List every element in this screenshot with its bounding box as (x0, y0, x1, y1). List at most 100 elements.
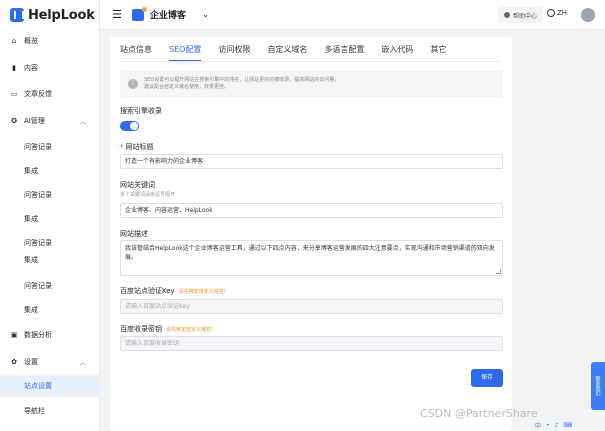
sidebar-item-label: 集成 (24, 306, 38, 314)
resize-handle-icon[interactable] (496, 269, 501, 274)
book-icon: ▮ (12, 64, 16, 72)
baidu-secret-label: 百度收录密钥 请先绑定自定义域名! (120, 324, 213, 334)
site-title-input[interactable]: 打造一个有影响力的企业博客 (120, 154, 503, 169)
sidebar-item-label: 导航栏 (24, 407, 45, 415)
search-indexing-toggle[interactable] (120, 121, 139, 131)
site-name: 企业博客 (149, 11, 186, 21)
sidebar-item-navbar[interactable]: 导航栏 (0, 400, 100, 422)
chart-icon: ▣ (10, 331, 18, 339)
sidebar-item-integration[interactable]: 集成 (0, 160, 100, 182)
seo-settings-card: 站点信息 SEO配置 访问权限 自定义域名 多语言配置 嵌入代码 其它 i SE… (110, 37, 512, 431)
site-title-label: * 网站标题 (120, 142, 154, 152)
sidebar-item-label: 集成 (24, 256, 38, 264)
tab-divider (120, 61, 502, 62)
baidu-secret-input[interactable]: 请输入百度收录密钥 (120, 336, 503, 351)
sidebar-item-content[interactable]: ▮ 内容 (0, 57, 100, 79)
sidebar-item-settings[interactable]: ✿ 设置 ︿ (0, 351, 100, 373)
help-center-label: 帮助中心 (512, 12, 537, 20)
description-text: 我该管结合HelpLook这个企业博客运营工具，通过以下四点内容，来分享博客运营… (125, 245, 495, 261)
sidebar: HelpLook ⌂ 概览 ▮ 内容 ▭ 文章反馈 ✪ AI管理 ︿ 问答记录 集成 问答… (0, 0, 100, 431)
info-icon: i (128, 79, 138, 89)
sidebar-item-qa-records[interactable]: 问答记录 (0, 275, 100, 297)
language-label: ZH (556, 9, 567, 17)
search-indexing-label: 搜索引擎收录 (120, 107, 162, 115)
chevron-up-icon: ︿ (79, 118, 86, 126)
baidu-secret-warning: 请先绑定自定义域名! (166, 327, 214, 333)
tab-other[interactable]: 其它 (430, 42, 446, 62)
sidebar-item-label: 集成 (24, 215, 38, 223)
baidu-key-warning: 请先绑定自定义域名! (178, 289, 226, 295)
sidebar-item-integration[interactable]: 集成 (0, 299, 100, 321)
sidebar-item-label: 数据分析 (24, 331, 52, 339)
keywords-label: 网站关键词 (120, 181, 155, 189)
topbar: ☰ 企业博客 ⌄ 帮助中心 ZH (100, 0, 605, 30)
helplook-logo-icon (10, 8, 24, 22)
ai-icon: ✪ (11, 117, 17, 125)
ime-language-label[interactable]: 中 (535, 421, 541, 430)
chevron-up-icon: ︿ (79, 359, 86, 367)
sidebar-item-integration[interactable]: 集成 (0, 252, 100, 268)
sidebar-item-site-settings[interactable]: 站点设置 (0, 375, 100, 397)
sidebar-item-label: 站点设置 (24, 382, 52, 390)
ime-mode-icon[interactable]: • (546, 422, 550, 429)
baidu-key-label-text: 百度站点验证Key (120, 287, 175, 295)
sidebar-item-label: 问答记录 (24, 239, 52, 247)
comment-icon: ▭ (10, 90, 18, 98)
site-icon (131, 6, 147, 21)
notice-text: SEO设置可以提升网站在搜索引擎中的排名，让网站更好的被收录，提高网站的访问量。… (144, 77, 339, 91)
csdn-watermark: CSDN @PartnerShare (420, 407, 538, 420)
description-textarea[interactable]: 我该管结合HelpLook这个企业博客运营工具，通过以下四点内容，来分享博客运营… (120, 240, 503, 276)
contact-side-tab[interactable]: 联系我们 (591, 362, 605, 410)
home-icon: ⌂ (11, 37, 17, 45)
sidebar-item-label: 问答记录 (24, 282, 52, 290)
brand-name: HelpLook (28, 7, 95, 23)
seo-notice: i SEO设置可以提升网站在搜索引擎中的排名，让网站更好的被收录，提高网站的访问… (120, 71, 503, 97)
baidu-secret-label-text: 百度收录密钥 (120, 325, 162, 333)
sidebar-item-label: 问答记录 (24, 143, 52, 151)
help-center-button[interactable]: 帮助中心 (497, 7, 543, 23)
chevron-down-icon[interactable]: ⌄ (202, 10, 210, 20)
settings-tabs: 站点信息 SEO配置 访问权限 自定义域名 多语言配置 嵌入代码 其它 (120, 42, 463, 62)
microphone-icon[interactable]: ♪ (555, 422, 559, 429)
sidebar-item-qa-records[interactable]: 问答记录 (0, 136, 100, 158)
info-icon (503, 12, 510, 18)
keywords-input[interactable]: 企业博客、内容运营、HelpLook (120, 203, 503, 218)
description-label: 网站描述 (120, 230, 148, 238)
sidebar-item-qa-records[interactable]: 问答记录 (0, 184, 100, 206)
site-title-label-text: 网站标题 (125, 143, 154, 151)
tab-seo[interactable]: SEO配置 (169, 42, 202, 62)
sidebar-item-ai[interactable]: ✪ AI管理 ︿ (0, 110, 100, 132)
sidebar-item-qa-records[interactable]: 问答记录 (0, 232, 100, 254)
baidu-key-label: 百度站点验证Key 请先绑定自定义域名! (120, 286, 226, 296)
tab-multilang[interactable]: 多语言配置 (324, 42, 364, 62)
sidebar-item-feedback[interactable]: ▭ 文章反馈 (0, 83, 100, 105)
baidu-key-input[interactable]: 请输入百度站点验证Key (120, 299, 503, 314)
notice-line-1: SEO设置可以提升网站在搜索引擎中的排名，让网站更好的被收录，提高网站的访问量。 (144, 77, 340, 83)
tab-embed-code[interactable]: 嵌入代码 (381, 42, 413, 62)
sidebar-item-label: 内容 (24, 64, 38, 72)
brand-logo[interactable]: HelpLook (0, 0, 99, 30)
sidebar-item-label: 设置 (24, 358, 38, 366)
sidebar-item-label: AI管理 (24, 117, 45, 125)
avatar[interactable] (581, 8, 595, 22)
required-mark: * (120, 143, 124, 151)
tab-custom-domain[interactable]: 自定义域名 (267, 42, 307, 62)
tab-site-info[interactable]: 站点信息 (120, 42, 152, 62)
keyboard-icon[interactable]: ⌨ (563, 422, 572, 429)
keywords-hint: 多个关键词请用逗号隔开 (120, 192, 176, 198)
menu-icon[interactable]: ☰ (112, 8, 122, 21)
notice-line-2: 建议配合自定义域名使用，效果更佳。 (144, 84, 230, 90)
ime-toolbar: 中 • ♪ ⌨ (535, 419, 605, 431)
sidebar-item-label: 集成 (24, 167, 38, 175)
sidebar-item-overview[interactable]: ⌂ 概览 (0, 30, 100, 52)
save-button[interactable]: 保存 (471, 369, 503, 387)
sidebar-item-label: 问答记录 (24, 191, 52, 199)
sidebar-item-integration[interactable]: 集成 (0, 208, 100, 230)
sidebar-item-label: 概览 (24, 37, 38, 45)
sidebar-item-analytics[interactable]: ▣ 数据分析 (0, 324, 100, 346)
gear-icon: ✿ (11, 358, 17, 366)
globe-icon (546, 9, 555, 17)
tab-access[interactable]: 访问权限 (218, 42, 250, 62)
sidebar-item-label: 文章反馈 (24, 90, 52, 98)
language-switcher[interactable]: ZH (546, 9, 567, 17)
